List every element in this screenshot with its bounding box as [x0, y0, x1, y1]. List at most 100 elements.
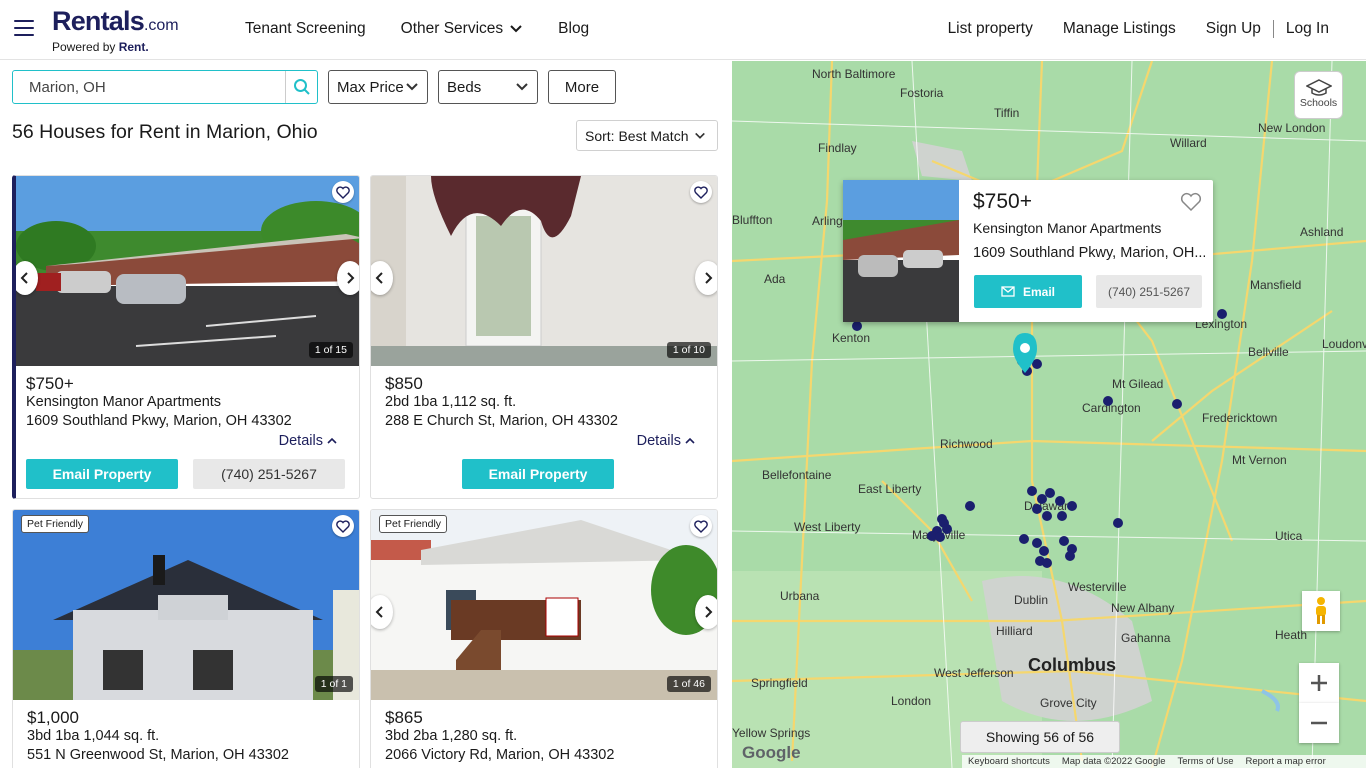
map-markers: [852, 309, 1227, 568]
nav-log-in[interactable]: Log In: [1286, 20, 1329, 38]
graduation-cap-icon: [1304, 79, 1333, 96]
details-toggle[interactable]: Details: [637, 433, 695, 449]
listing-address: 288 E Church St, Marion, OH 43302: [385, 413, 618, 429]
nav-manage-listings[interactable]: Manage Listings: [1063, 20, 1176, 38]
listing-photo[interactable]: 1 of 15: [16, 176, 359, 366]
map[interactable]: North Baltimore Fostoria Tiffin New Lond…: [732, 61, 1366, 768]
heart-icon: [694, 185, 708, 199]
popup-name[interactable]: Kensington Manor Apartments: [973, 220, 1161, 236]
listing-photo[interactable]: Pet Friendly 1 of 1: [13, 510, 359, 700]
details-toggle[interactable]: Details: [279, 433, 337, 449]
photo-next-button[interactable]: [337, 261, 359, 295]
photo-next-button[interactable]: [695, 595, 717, 629]
terms-link[interactable]: Terms of Use: [1178, 756, 1234, 767]
chevron-right-icon: [705, 272, 713, 284]
report-error-link[interactable]: Report a map error: [1245, 756, 1325, 767]
chevron-left-icon: [375, 272, 383, 284]
phone-button[interactable]: (740) 251-5267: [193, 459, 345, 489]
listing-price: $850: [385, 374, 423, 393]
listing-card[interactable]: Pet Friendly 1 of 1 $1,000 3bd 1ba 1,044…: [12, 509, 360, 768]
favorite-button[interactable]: [690, 181, 712, 203]
beds-filter[interactable]: Beds: [438, 70, 538, 104]
map-footer: Keyboard shortcuts Map data ©2022 Google…: [962, 755, 1366, 768]
listing-panel: Max Price Beds More 56 Houses for Rent i…: [0, 61, 732, 768]
nav-other-services[interactable]: Other Services: [401, 20, 524, 38]
chevron-down-icon: [406, 83, 418, 91]
chevron-down-icon: [510, 25, 522, 33]
heart-icon[interactable]: [1180, 192, 1202, 212]
nav-blog[interactable]: Blog: [558, 20, 589, 38]
house-photo: [13, 510, 359, 700]
zoom-out-button[interactable]: [1299, 703, 1339, 743]
listing-price: $750+: [26, 374, 74, 393]
photo-count: 1 of 15: [308, 342, 353, 358]
nav-list-property[interactable]: List property: [948, 20, 1033, 38]
showing-count: Showing 56 of 56: [960, 721, 1120, 753]
room-photo: [371, 176, 717, 366]
popup-price: $750+: [973, 190, 1032, 213]
listing-card[interactable]: Pet Friendly 1 of 46 $865 3bd 2ba 1,280 …: [370, 509, 718, 768]
nav-other-services-label: Other Services: [400, 20, 504, 37]
listing-specs: 3bd 1ba 1,044 sq. ft.: [27, 728, 160, 744]
mobile-home-photo: [371, 510, 717, 700]
popup-email-button[interactable]: Email: [974, 275, 1082, 308]
email-property-button[interactable]: Email Property: [26, 459, 178, 489]
search-input[interactable]: [13, 72, 283, 102]
search-box: [12, 70, 318, 104]
listing-price: $1,000: [27, 708, 79, 727]
listing-name[interactable]: Kensington Manor Apartments: [26, 393, 359, 412]
listing-photo[interactable]: Pet Friendly 1 of 46: [371, 510, 717, 700]
heart-icon: [336, 185, 350, 199]
popup-email-label: Email: [1022, 284, 1055, 299]
search-icon: [293, 79, 310, 95]
top-header: Rentals.com Powered by Rent. Tenant Scre…: [0, 0, 1366, 60]
favorite-button[interactable]: [690, 515, 712, 537]
photo-next-button[interactable]: [695, 261, 717, 295]
minus-icon: [1311, 721, 1327, 725]
pegman-icon: [1316, 597, 1326, 624]
details-label: Details: [636, 433, 681, 449]
favorite-button[interactable]: [332, 181, 354, 203]
menu-icon[interactable]: [14, 20, 34, 38]
more-filter-button[interactable]: More: [548, 70, 616, 104]
photo-count: 1 of 46: [666, 676, 711, 692]
listing-specs: 2bd 1ba 1,112 sq. ft.: [385, 394, 517, 410]
details-label: Details: [278, 433, 323, 449]
photo-count: 1 of 1: [314, 676, 353, 692]
listing-card[interactable]: 1 of 10 $850 2bd 1ba 1,112 sq. ft. 288 E…: [370, 175, 718, 499]
map-popup[interactable]: $750+ Kensington Manor Apartments 1609 S…: [843, 180, 1213, 322]
listing-photo[interactable]: 1 of 10: [371, 176, 717, 366]
envelope-icon: [1001, 286, 1015, 297]
chevron-down-icon: [516, 83, 528, 91]
heart-icon: [336, 519, 350, 533]
nav-sign-up[interactable]: Sign Up: [1206, 20, 1261, 38]
sort-select[interactable]: Sort: Best Match: [576, 120, 718, 151]
search-button[interactable]: [285, 71, 317, 103]
schools-label: Schools: [1299, 97, 1338, 109]
street-view-pegman[interactable]: [1302, 591, 1340, 631]
listing-address: 1609 Southland Pkwy, Marion, OH 43302: [26, 413, 292, 429]
sort-label: Sort: Best Match: [585, 127, 689, 144]
schools-toggle[interactable]: Schools: [1294, 71, 1343, 119]
favorite-button[interactable]: [332, 515, 354, 537]
nav-divider: [1272, 20, 1274, 38]
zoom-in-button[interactable]: [1299, 663, 1339, 703]
chevron-right-icon: [705, 606, 713, 618]
popup-address: 1609 Southland Pkwy, Marion, OH...: [973, 245, 1205, 261]
listing-card[interactable]: 1 of 15 $750+ Kensington Manor Apartment…: [12, 175, 360, 499]
keyboard-shortcuts-link[interactable]: Keyboard shortcuts: [968, 756, 1050, 767]
chevron-up-icon: [685, 437, 695, 444]
nav-tenant-screening[interactable]: Tenant Screening: [245, 20, 366, 38]
email-property-button[interactable]: Email Property: [462, 459, 614, 489]
chevron-left-icon: [375, 606, 383, 618]
listing-price: $865: [385, 708, 423, 727]
max-price-filter[interactable]: Max Price: [328, 70, 428, 104]
results-title: 56 Houses for Rent in Marion, Ohio: [12, 121, 318, 143]
heart-icon: [694, 519, 708, 533]
site-logo[interactable]: Rentals.com Powered by Rent.: [52, 6, 179, 53]
logo-sub-prefix: Powered by: [52, 40, 119, 54]
map-data-credit: Map data ©2022 Google: [1061, 756, 1166, 767]
logo-sub-brand: Rent.: [118, 40, 149, 54]
logo-suffix: .com: [143, 17, 179, 34]
popup-phone-button[interactable]: (740) 251-5267: [1096, 275, 1202, 308]
